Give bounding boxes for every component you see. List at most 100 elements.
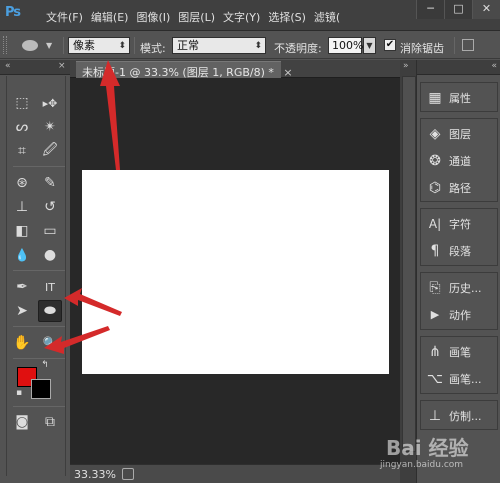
tool-divider [13, 406, 65, 407]
collapse-icon[interactable]: « [491, 61, 497, 71]
clone-stamp-icon[interactable]: ⊥ [10, 196, 34, 218]
tool-divider [13, 166, 65, 167]
tool-preset-picker[interactable]: ▼ [16, 37, 58, 54]
menu-image[interactable]: 图像(I) [136, 9, 170, 25]
panel-label: 路径 [449, 181, 471, 195]
main-menu: 文件(F) 编辑(E) 图像(I) 图层(L) 文字(Y) 选择(S) 滤镜( [46, 9, 340, 25]
blend-mode-select[interactable]: 正常 ⬍ [172, 37, 266, 54]
document-tab-title: 未标题-1 @ 33.3% (图层 1, RGB/8) * [82, 66, 274, 79]
eraser-icon[interactable]: ◧ [10, 220, 34, 242]
panel-label: 段落 [449, 244, 471, 258]
document-canvas[interactable] [82, 170, 389, 374]
magic-wand-icon[interactable]: ✴ [38, 116, 62, 138]
tool-mode-select[interactable]: 像素 ⬍ [68, 37, 130, 54]
swap-colors-icon[interactable]: ↰ [39, 360, 51, 370]
options-bar: ▼ 像素 ⬍ 模式: 正常 ⬍ 不透明度: 100% ▼ ✔ 消除锯齿 [0, 32, 500, 59]
menu-file[interactable]: 文件(F) [46, 9, 83, 25]
expand-icon[interactable]: » [403, 61, 409, 71]
panel-group-character: A| 字符 ¶ 段落 [420, 208, 498, 266]
menu-select[interactable]: 选择(S) [268, 9, 306, 25]
menu-layer[interactable]: 图层(L) [178, 9, 215, 25]
panel-brush-presets[interactable]: ⌥ 画笔... [421, 365, 497, 392]
close-window-button[interactable]: ✕ [472, 0, 500, 19]
panel-paths[interactable]: ⌬ 路径 [421, 174, 497, 201]
options-divider [134, 37, 135, 54]
panel-label: 图层 [449, 127, 471, 141]
minimize-button[interactable]: ─ [416, 0, 444, 19]
panel-dock-header[interactable]: « [417, 60, 500, 75]
panel-history[interactable]: ⎘ 历史... [421, 274, 497, 301]
menu-filter[interactable]: 滤镜( [314, 9, 340, 25]
zoom-icon[interactable]: 🔍 [38, 332, 62, 354]
collapsed-panel-strip[interactable] [402, 76, 416, 452]
status-bar: 33.33% [70, 464, 412, 483]
path-selection-icon[interactable]: ➤ [10, 300, 34, 322]
actions-icon: ▶ [430, 308, 440, 321]
pasteboard[interactable] [70, 79, 412, 464]
tools-panel-header[interactable]: « × [0, 60, 70, 75]
menu-type[interactable]: 文字(Y) [223, 9, 260, 25]
panel-brush[interactable]: ⋔ 画笔 [421, 338, 497, 365]
panel-close-icon[interactable]: × [58, 61, 66, 71]
maximize-button[interactable]: □ [444, 0, 472, 19]
crop-icon[interactable]: ⌗ [10, 140, 34, 162]
panel-channels[interactable]: ❂ 通道 [421, 147, 497, 174]
opacity-input[interactable]: 100% [328, 37, 363, 54]
opacity-label: 不透明度: [274, 42, 322, 55]
panel-actions[interactable]: ▶ 动作 [421, 301, 497, 328]
lasso-icon[interactable]: ᔕ [10, 116, 34, 138]
select-arrows-icon: ⬍ [118, 41, 126, 51]
blur-icon[interactable]: 💧 [10, 244, 34, 266]
panel-label: 画笔... [449, 372, 482, 386]
panel-label: 通道 [449, 154, 471, 168]
default-colors-icon[interactable]: ▪ [13, 387, 25, 399]
options-divider [63, 37, 64, 54]
panel-label: 仿制... [449, 409, 482, 423]
select-arrows-icon: ⬍ [254, 41, 262, 51]
type-icon[interactable]: IT [38, 276, 62, 298]
panel-group-properties: ▦ 属性 [420, 82, 498, 112]
document-tab[interactable]: 未标题-1 @ 33.3% (图层 1, RGB/8) * × [76, 61, 293, 79]
rectangular-marquee-icon[interactable]: ⬚ [10, 92, 34, 114]
close-tab-icon[interactable]: × [283, 66, 292, 79]
layers-icon: ◈ [429, 125, 441, 142]
eyedropper-icon[interactable]: 🖉 [38, 140, 62, 162]
collapse-icon[interactable]: « [5, 61, 11, 71]
chevron-down-icon: ▼ [46, 41, 53, 50]
screen-mode-icon[interactable]: ⧉ [38, 411, 62, 433]
spot-healing-icon[interactable]: ⊛ [10, 172, 34, 194]
panel-label: 历史... [449, 281, 482, 295]
brush-icon[interactable]: ✎ [38, 172, 62, 194]
brushes-icon: ⋔ [429, 343, 441, 360]
tool-divider [13, 270, 65, 271]
paths-icon: ⌬ [428, 179, 442, 196]
tool-mode-value: 像素 [73, 39, 95, 52]
antialias-checkbox[interactable]: ✔ [384, 39, 396, 51]
zoom-level[interactable]: 33.33% [74, 468, 116, 481]
move-icon[interactable]: ▸✥ [38, 92, 62, 114]
dodge-icon[interactable]: ● [38, 244, 62, 266]
panel-group-brush: ⋔ 画笔 ⌥ 画笔... [420, 336, 498, 394]
history-brush-icon[interactable]: ↺ [38, 196, 62, 218]
panel-paragraph[interactable]: ¶ 段落 [421, 237, 497, 264]
opacity-slider-button[interactable]: ▼ [363, 37, 376, 54]
options-bar-grip[interactable] [3, 36, 7, 54]
path-operations-icon[interactable] [462, 39, 474, 51]
hand-icon[interactable]: ✋ [10, 332, 34, 354]
gradient-icon[interactable]: ▭ [38, 220, 62, 242]
channels-icon: ❂ [429, 152, 441, 169]
panel-label: 动作 [449, 308, 471, 322]
quick-mask-icon[interactable]: ◙ [10, 411, 34, 433]
menu-edit[interactable]: 编辑(E) [91, 9, 129, 25]
doc-info-icon[interactable] [122, 468, 134, 480]
background-color-swatch[interactable] [31, 379, 51, 399]
panel-character[interactable]: A| 字符 [421, 210, 497, 237]
document-tab-bar: 未标题-1 @ 33.3% (图层 1, RGB/8) * × [70, 60, 412, 79]
panel-layers[interactable]: ◈ 图层 [421, 120, 497, 147]
ellipse-icon[interactable]: ⬬ [38, 300, 62, 322]
panel-properties[interactable]: ▦ 属性 [421, 84, 497, 111]
pen-icon[interactable]: ✒ [10, 276, 34, 298]
tools-panel: « × ⬚ ▸✥ ᔕ ✴ ⌗ 🖉 ⊛ ✎ ⊥ ↺ ◧ ▭ 💧 ● ✒ IT ➤ … [0, 60, 70, 483]
ellipse-tool-icon [22, 40, 38, 51]
panel-clone-source[interactable]: ⊥ 仿制... [421, 402, 497, 429]
